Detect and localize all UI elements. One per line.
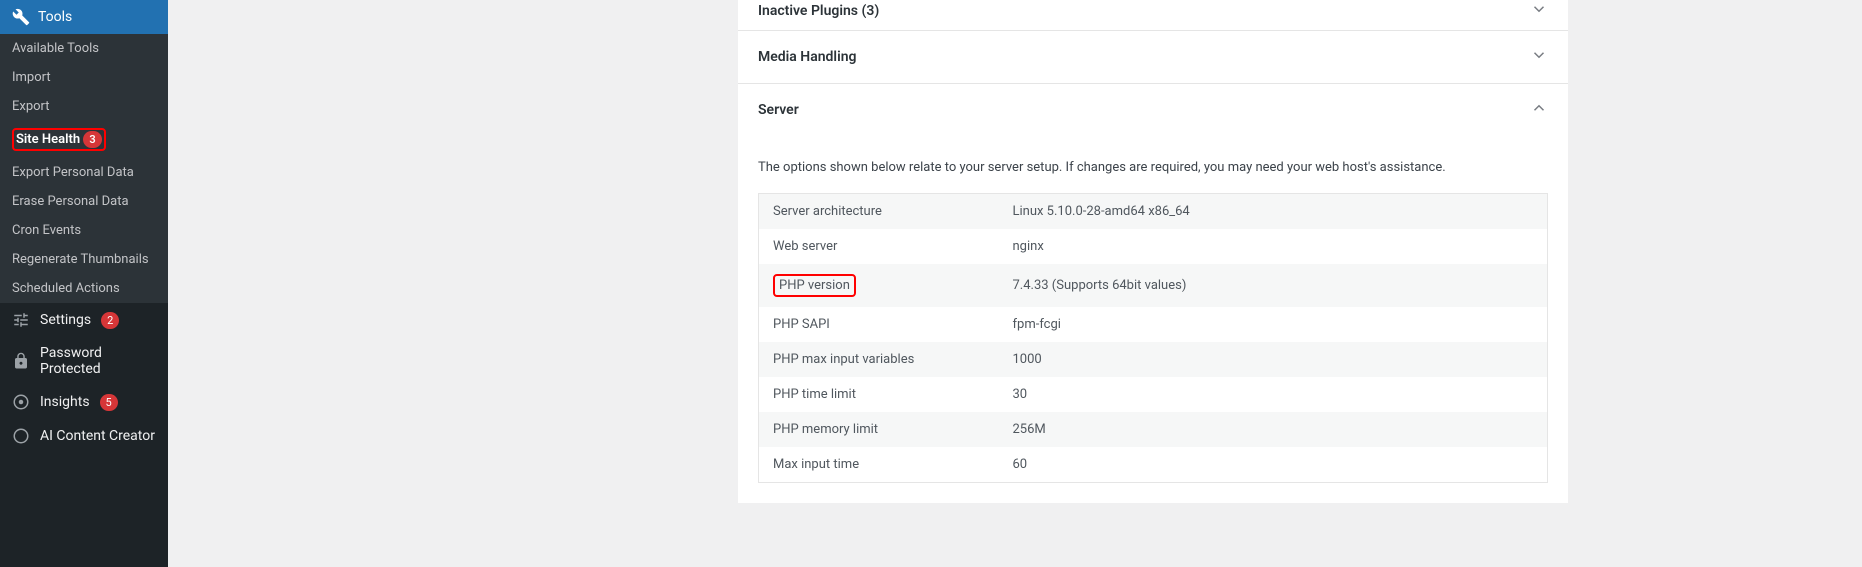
menu-ai-content-creator[interactable]: AI Content Creator — [0, 419, 168, 453]
submenu-export[interactable]: Export — [0, 92, 168, 121]
server-info-table: Server architectureLinux 5.10.0-28-amd64… — [758, 193, 1548, 483]
table-row: PHP version7.4.33 (Supports 64bit values… — [759, 264, 1548, 307]
insights-label: Insights — [40, 394, 90, 410]
accordion-media-handling[interactable]: Media Handling — [738, 31, 1568, 84]
chevron-down-icon — [1530, 46, 1548, 68]
password-protected-label: Password Protected — [40, 345, 156, 377]
row-value: 7.4.33 (Supports 64bit values) — [999, 264, 1548, 307]
lock-icon — [12, 352, 30, 370]
submenu-regenerate-thumbnails[interactable]: Regenerate Thumbnails — [0, 245, 168, 274]
row-label: PHP memory limit — [759, 412, 999, 447]
row-label: PHP max input variables — [759, 342, 999, 377]
row-label: Max input time — [759, 447, 999, 483]
menu-insights[interactable]: Insights 5 — [0, 385, 168, 419]
ai-content-creator-label: AI Content Creator — [40, 428, 155, 444]
settings-label: Settings — [40, 312, 91, 328]
site-health-label: Site Health — [16, 132, 80, 147]
tools-submenu: Available Tools Import Export Site Healt… — [0, 34, 168, 303]
chevron-up-icon — [1530, 99, 1548, 121]
table-row: Web servernginx — [759, 229, 1548, 264]
submenu-export-personal[interactable]: Export Personal Data — [0, 158, 168, 187]
row-label: Web server — [759, 229, 999, 264]
submenu-site-health[interactable]: Site Health 3 — [0, 121, 168, 158]
insights-badge: 5 — [100, 394, 118, 411]
row-label: Server architecture — [759, 194, 999, 230]
row-label: PHP version — [759, 264, 999, 307]
chevron-down-icon — [1530, 0, 1548, 22]
media-handling-title: Media Handling — [758, 49, 857, 65]
table-row: PHP time limit30 — [759, 377, 1548, 412]
table-row: Max input time60 — [759, 447, 1548, 483]
submenu-available-tools[interactable]: Available Tools — [0, 34, 168, 63]
server-title: Server — [758, 102, 799, 118]
settings-badge: 2 — [101, 312, 119, 329]
main-content: Inactive Plugins (3) Media Handling Serv… — [168, 0, 1862, 567]
submenu-erase-personal[interactable]: Erase Personal Data — [0, 187, 168, 216]
row-value: 1000 — [999, 342, 1548, 377]
menu-settings[interactable]: Settings 2 — [0, 303, 168, 337]
row-label: PHP SAPI — [759, 307, 999, 342]
table-row: PHP max input variables1000 — [759, 342, 1548, 377]
table-row: PHP SAPIfpm-fcgi — [759, 307, 1548, 342]
accordion-server[interactable]: Server — [738, 84, 1568, 136]
admin-sidebar: Tools Available Tools Import Export Site… — [0, 0, 168, 567]
table-row: Server architectureLinux 5.10.0-28-amd64… — [759, 194, 1548, 230]
site-health-badge: 3 — [83, 131, 101, 148]
row-value: fpm-fcgi — [999, 307, 1548, 342]
row-label: PHP time limit — [759, 377, 999, 412]
server-description: The options shown below relate to your s… — [758, 160, 1548, 175]
row-value: 60 — [999, 447, 1548, 483]
ai-icon — [12, 427, 30, 445]
server-section-body: The options shown below relate to your s… — [738, 160, 1568, 503]
row-value: Linux 5.10.0-28-amd64 x86_64 — [999, 194, 1548, 230]
submenu-cron-events[interactable]: Cron Events — [0, 216, 168, 245]
insights-icon — [12, 393, 30, 411]
wrench-icon — [12, 8, 30, 26]
menu-password-protected[interactable]: Password Protected — [0, 337, 168, 385]
inactive-plugins-title: Inactive Plugins (3) — [758, 3, 879, 19]
tools-menu-header[interactable]: Tools — [0, 0, 168, 34]
row-value: nginx — [999, 229, 1548, 264]
table-row: PHP memory limit256M — [759, 412, 1548, 447]
sliders-icon — [12, 311, 30, 329]
submenu-import[interactable]: Import — [0, 63, 168, 92]
site-health-panel: Inactive Plugins (3) Media Handling Serv… — [738, 0, 1568, 503]
row-value: 30 — [999, 377, 1548, 412]
row-value: 256M — [999, 412, 1548, 447]
tools-label: Tools — [38, 9, 72, 25]
submenu-scheduled-actions[interactable]: Scheduled Actions — [0, 274, 168, 303]
accordion-inactive-plugins[interactable]: Inactive Plugins (3) — [738, 0, 1568, 31]
